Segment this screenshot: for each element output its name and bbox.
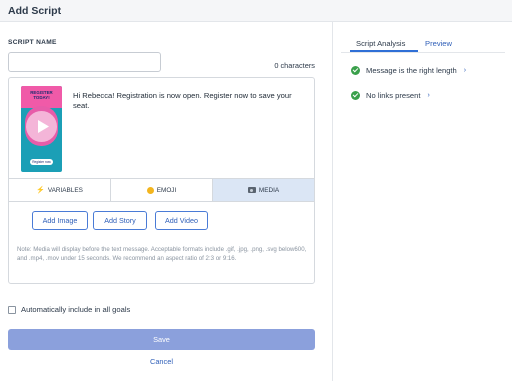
- script-name-input[interactable]: [8, 52, 161, 72]
- tab-variables-label: VARIABLES: [47, 186, 83, 194]
- tab-emoji[interactable]: EMOJI: [111, 179, 213, 201]
- camera-icon: [247, 187, 256, 193]
- cancel-link[interactable]: Cancel: [8, 357, 315, 366]
- analysis-check-links[interactable]: No links present ›: [351, 91, 430, 100]
- character-count: 0 characters: [274, 61, 315, 70]
- auto-include-label[interactable]: Automatically include in all goals: [21, 305, 130, 314]
- modal-title: Add Script: [8, 5, 62, 17]
- analysis-check-text: Message is the right length: [366, 66, 457, 75]
- tab-media[interactable]: MEDIA: [213, 179, 314, 201]
- save-button[interactable]: Save: [8, 329, 315, 350]
- bolt-icon: ⚡: [36, 187, 45, 194]
- tab-media-label: MEDIA: [258, 186, 280, 194]
- thumbnail-text: REGISTER TODAY!: [30, 90, 53, 100]
- add-image-button[interactable]: Add Image: [32, 211, 88, 230]
- auto-include-row[interactable]: Automatically include in all goals: [8, 305, 130, 314]
- analysis-check-text: No links present: [366, 91, 421, 100]
- check-icon: [351, 66, 360, 75]
- media-thumbnail[interactable]: REGISTER TODAY! Register now: [21, 86, 62, 172]
- chevron-right-icon: ›: [463, 67, 467, 74]
- play-icon: [26, 111, 57, 142]
- modal-header: Add Script: [0, 0, 512, 22]
- tab-script-analysis[interactable]: Script Analysis: [356, 39, 405, 48]
- add-video-button[interactable]: Add Video: [155, 211, 208, 230]
- panel-divider: [332, 22, 333, 381]
- add-story-button[interactable]: Add Story: [93, 211, 147, 230]
- check-icon: [351, 91, 360, 100]
- thumbnail-register-button: Register now: [30, 159, 53, 165]
- media-format-note: Note: Media will display before the text…: [17, 246, 307, 262]
- editor-toolbar: ⚡ VARIABLES EMOJI MEDIA: [9, 178, 314, 202]
- message-editor: REGISTER TODAY! Register now Hi Rebecca!…: [8, 77, 315, 284]
- chevron-right-icon: ›: [427, 92, 430, 99]
- analysis-check-length[interactable]: Message is the right length ›: [351, 66, 466, 75]
- smiley-icon: [146, 186, 154, 194]
- tab-preview[interactable]: Preview: [425, 39, 452, 48]
- auto-include-checkbox[interactable]: [8, 305, 16, 314]
- tab-emoji-label: EMOJI: [156, 186, 177, 194]
- message-text[interactable]: Hi Rebecca! Registration is now open. Re…: [73, 91, 305, 111]
- tab-variables[interactable]: ⚡ VARIABLES: [9, 179, 111, 201]
- script-name-label: SCRIPT NAME: [8, 39, 57, 46]
- tabs-divider: [341, 52, 505, 53]
